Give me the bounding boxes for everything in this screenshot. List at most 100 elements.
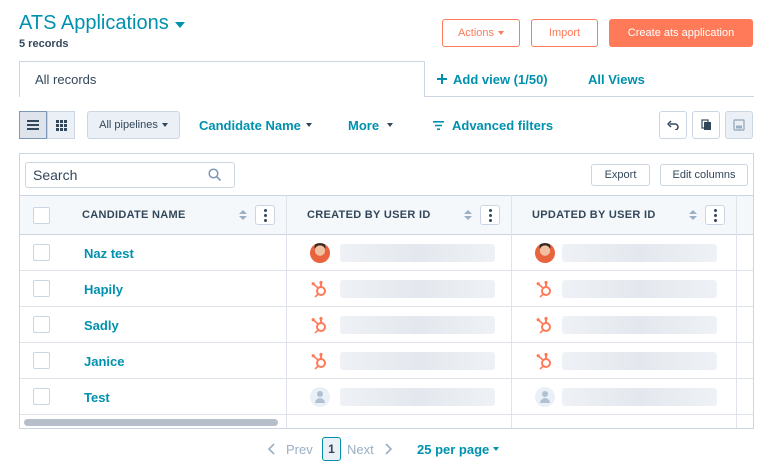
per-page-dropdown[interactable]: 25 per page xyxy=(417,435,500,463)
caret-down-icon xyxy=(161,123,168,127)
create-application-button[interactable]: Create ats application xyxy=(609,19,753,47)
row-checkbox[interactable] xyxy=(33,352,50,369)
filter-icon xyxy=(433,120,444,130)
horizontal-scrollbar[interactable] xyxy=(24,419,278,426)
more-label: More xyxy=(348,117,380,133)
advanced-filters-button[interactable]: Advanced filters xyxy=(433,111,553,139)
column-menu-button[interactable] xyxy=(480,205,500,225)
row-checkbox[interactable] xyxy=(33,388,50,405)
column-header-label: UPDATED BY USER ID xyxy=(532,209,656,221)
actions-button[interactable]: Actions xyxy=(442,19,520,47)
page-title-dropdown[interactable]: ATS Applications xyxy=(19,12,185,35)
user-photo-avatar xyxy=(535,243,555,263)
sort-icon[interactable] xyxy=(239,210,247,220)
hubspot-icon xyxy=(536,280,551,298)
prev-label: Prev xyxy=(286,441,313,457)
table-header: CANDIDATE NAME CREATED BY USER ID UPDATE… xyxy=(20,195,753,235)
save-icon xyxy=(733,119,745,131)
hubspot-icon xyxy=(311,316,326,334)
redacted-value xyxy=(340,244,495,262)
caret-down-icon xyxy=(498,31,505,35)
user-photo-avatar xyxy=(310,243,330,263)
edit-columns-label: Edit columns xyxy=(672,169,736,181)
add-view-button[interactable]: Add view (1/50) xyxy=(437,61,548,97)
page-header: ATS Applications 5 records xyxy=(19,12,185,50)
table-row: Naz test xyxy=(20,235,753,271)
redacted-value xyxy=(340,316,495,334)
current-page-indicator[interactable]: 1 xyxy=(322,437,341,461)
candidate-name-filter[interactable]: Candidate Name xyxy=(199,111,312,139)
column-header-candidate-name[interactable]: CANDIDATE NAME xyxy=(82,196,186,234)
duplicate-view-button[interactable] xyxy=(692,111,720,139)
add-view-label: Add view (1/50) xyxy=(453,71,548,87)
column-menu-button[interactable] xyxy=(705,205,725,225)
chevron-right-icon xyxy=(385,443,392,455)
column-header-label: CANDIDATE NAME xyxy=(82,209,186,221)
redacted-value xyxy=(340,352,495,370)
pagination: Prev 1 Next 25 per page xyxy=(0,435,779,463)
hubspot-icon xyxy=(311,352,326,370)
undo-button[interactable] xyxy=(659,111,687,139)
hubspot-icon xyxy=(311,280,326,298)
row-checkbox[interactable] xyxy=(33,280,50,297)
caret-down-icon[interactable] xyxy=(174,21,185,28)
column-menu-button[interactable] xyxy=(255,205,275,225)
prev-page-button[interactable]: Prev xyxy=(268,435,313,463)
actions-button-label: Actions xyxy=(457,27,495,39)
redacted-value xyxy=(340,388,495,406)
redacted-value xyxy=(562,244,717,262)
copy-icon xyxy=(700,119,711,130)
undo-icon xyxy=(667,120,679,130)
pipelines-dropdown[interactable]: All pipelines xyxy=(87,111,180,139)
table-row: Sadly xyxy=(20,307,753,343)
more-filters-dropdown[interactable]: More xyxy=(348,111,394,139)
all-views-label: All Views xyxy=(588,71,645,87)
sort-icon[interactable] xyxy=(689,210,697,220)
table-row: Hapily xyxy=(20,271,753,307)
hubspot-icon xyxy=(536,352,551,370)
search-input[interactable]: Search xyxy=(25,162,235,188)
next-label: Next xyxy=(347,441,374,457)
candidate-name-filter-label: Candidate Name xyxy=(199,117,301,133)
edit-columns-button[interactable]: Edit columns xyxy=(660,164,748,186)
candidate-name-link[interactable]: Sadly xyxy=(84,307,119,343)
caret-down-icon xyxy=(305,123,312,127)
row-checkbox[interactable] xyxy=(33,244,50,261)
page-title[interactable]: ATS Applications xyxy=(19,12,169,35)
candidate-name-link[interactable]: Hapily xyxy=(84,271,123,307)
per-page-label: 25 per page xyxy=(417,441,490,457)
candidate-name-link[interactable]: Naz test xyxy=(84,235,134,271)
import-button[interactable]: Import xyxy=(531,19,598,47)
chevron-left-icon xyxy=(268,443,275,455)
row-checkbox[interactable] xyxy=(33,316,50,333)
select-all-checkbox[interactable] xyxy=(33,207,50,224)
column-header-created-by[interactable]: CREATED BY USER ID xyxy=(307,196,431,234)
pipelines-label: All pipelines xyxy=(99,119,158,131)
candidate-name-link[interactable]: Test xyxy=(84,379,110,415)
all-views-link[interactable]: All Views xyxy=(588,61,645,97)
column-header-updated-by[interactable]: UPDATED BY USER ID xyxy=(532,196,656,234)
list-icon xyxy=(27,120,39,130)
export-button[interactable]: Export xyxy=(591,164,650,186)
list-view-toggle[interactable] xyxy=(19,111,47,139)
search-icon xyxy=(208,168,222,182)
view-tabs-bar: All records Add view (1/50) All Views xyxy=(19,61,754,97)
caret-down-icon xyxy=(387,123,394,127)
default-avatar-icon xyxy=(535,387,555,407)
export-label: Export xyxy=(604,169,637,181)
column-header-label: CREATED BY USER ID xyxy=(307,209,431,221)
sort-icon[interactable] xyxy=(464,210,472,220)
redacted-value xyxy=(340,280,495,298)
next-page-button[interactable]: Next xyxy=(347,435,392,463)
advanced-filters-label: Advanced filters xyxy=(452,117,554,133)
view-tab-all-records[interactable]: All records xyxy=(19,61,425,97)
plus-icon xyxy=(437,74,447,84)
board-view-toggle[interactable] xyxy=(47,111,75,139)
redacted-value xyxy=(562,316,717,334)
import-button-label: Import xyxy=(548,27,581,39)
table-row: Test xyxy=(20,379,753,415)
create-button-label: Create ats application xyxy=(627,27,735,39)
save-view-button[interactable] xyxy=(725,111,753,139)
records-table: Search Export Edit columns CANDIDATE NAM… xyxy=(19,153,754,429)
candidate-name-link[interactable]: Janice xyxy=(84,343,124,379)
